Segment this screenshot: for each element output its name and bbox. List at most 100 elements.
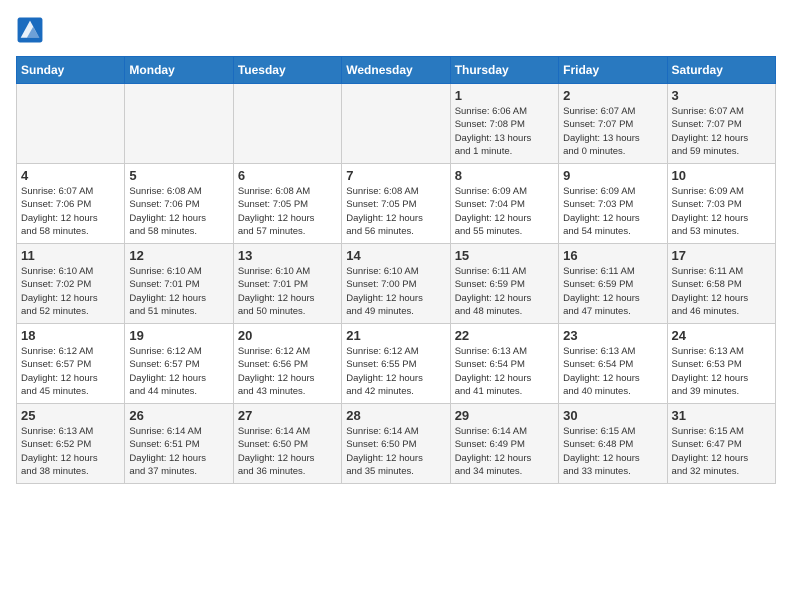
calendar-cell: 11Sunrise: 6:10 AM Sunset: 7:02 PM Dayli… [17, 244, 125, 324]
calendar-cell: 20 Sunrise: 6:12 AM Sunset: 6:56 PM Dayli… [233, 324, 341, 404]
day-info: Sunrise: 6:09 AM Sunset: 7:04 PM Dayligh… [455, 185, 554, 238]
calendar-cell: 9 Sunrise: 6:09 AM Sunset: 7:03 PM Daylig… [559, 164, 667, 244]
column-header-sunday: Sunday [17, 57, 125, 84]
calendar-cell: 24 Sunrise: 6:13 AM Sunset: 6:53 PM Dayli… [667, 324, 775, 404]
day-info: Sunrise: 6:15 AM Sunset: 6:47 PM Dayligh… [672, 425, 771, 478]
day-info: Sunrise: 6:10 AM Sunset: 7:01 PM Dayligh… [129, 265, 228, 318]
calendar-cell: 15 Sunrise: 6:11 AM Sunset: 6:59 PM Dayli… [450, 244, 558, 324]
day-info: Sunrise: 6:08 AM Sunset: 7:05 PM Dayligh… [238, 185, 337, 238]
day-info: Sunrise: 6:13 AM Sunset: 6:54 PM Dayligh… [455, 345, 554, 398]
week-row-3: 11Sunrise: 6:10 AM Sunset: 7:02 PM Dayli… [17, 244, 776, 324]
day-info: Sunrise: 6:14 AM Sunset: 6:49 PM Dayligh… [455, 425, 554, 478]
day-number: 20 [238, 328, 337, 343]
day-number: 15 [455, 248, 554, 263]
day-number: 3 [672, 88, 771, 103]
calendar-cell: 25Sunrise: 6:13 AM Sunset: 6:52 PM Dayli… [17, 404, 125, 484]
calendar-cell: 21Sunrise: 6:12 AM Sunset: 6:55 PM Dayli… [342, 324, 450, 404]
day-info: Sunrise: 6:07 AM Sunset: 7:06 PM Dayligh… [21, 185, 120, 238]
calendar-cell: 23Sunrise: 6:13 AM Sunset: 6:54 PM Dayli… [559, 324, 667, 404]
calendar-cell: 5Sunrise: 6:08 AM Sunset: 7:06 PM Daylig… [125, 164, 233, 244]
calendar-cell: 28 Sunrise: 6:14 AM Sunset: 6:50 PM Dayli… [342, 404, 450, 484]
calendar-cell: 29Sunrise: 6:14 AM Sunset: 6:49 PM Dayli… [450, 404, 558, 484]
calendar-cell: 22 Sunrise: 6:13 AM Sunset: 6:54 PM Dayli… [450, 324, 558, 404]
day-number: 14 [346, 248, 445, 263]
day-number: 13 [238, 248, 337, 263]
day-number: 2 [563, 88, 662, 103]
day-info: Sunrise: 6:09 AM Sunset: 7:03 PM Dayligh… [563, 185, 662, 238]
logo-icon [16, 16, 44, 44]
calendar-cell: 17 Sunrise: 6:11 AM Sunset: 6:58 PM Dayli… [667, 244, 775, 324]
day-info: Sunrise: 6:13 AM Sunset: 6:53 PM Dayligh… [672, 345, 771, 398]
calendar-cell: 18Sunrise: 6:12 AM Sunset: 6:57 PM Dayli… [17, 324, 125, 404]
week-row-5: 25Sunrise: 6:13 AM Sunset: 6:52 PM Dayli… [17, 404, 776, 484]
day-info: Sunrise: 6:12 AM Sunset: 6:56 PM Dayligh… [238, 345, 337, 398]
column-header-tuesday: Tuesday [233, 57, 341, 84]
day-info: Sunrise: 6:11 AM Sunset: 6:59 PM Dayligh… [455, 265, 554, 318]
header [16, 16, 776, 44]
day-info: Sunrise: 6:11 AM Sunset: 6:59 PM Dayligh… [563, 265, 662, 318]
day-info: Sunrise: 6:13 AM Sunset: 6:52 PM Dayligh… [21, 425, 120, 478]
week-row-1: 1 Sunrise: 6:06 AM Sunset: 7:08 PM Daylig… [17, 84, 776, 164]
calendar-cell: 13 Sunrise: 6:10 AM Sunset: 7:01 PM Dayli… [233, 244, 341, 324]
day-info: Sunrise: 6:11 AM Sunset: 6:58 PM Dayligh… [672, 265, 771, 318]
day-number: 18 [21, 328, 120, 343]
day-number: 17 [672, 248, 771, 263]
calendar-cell: 1 Sunrise: 6:06 AM Sunset: 7:08 PM Daylig… [450, 84, 558, 164]
day-number: 6 [238, 168, 337, 183]
day-info: Sunrise: 6:12 AM Sunset: 6:57 PM Dayligh… [129, 345, 228, 398]
calendar-cell: 4 Sunrise: 6:07 AM Sunset: 7:06 PM Daylig… [17, 164, 125, 244]
day-number: 28 [346, 408, 445, 423]
calendar-cell: 31Sunrise: 6:15 AM Sunset: 6:47 PM Dayli… [667, 404, 775, 484]
week-row-2: 4 Sunrise: 6:07 AM Sunset: 7:06 PM Daylig… [17, 164, 776, 244]
logo [16, 16, 48, 44]
calendar-header-row: SundayMondayTuesdayWednesdayThursdayFrid… [17, 57, 776, 84]
calendar-cell [233, 84, 341, 164]
day-info: Sunrise: 6:07 AM Sunset: 7:07 PM Dayligh… [563, 105, 662, 158]
day-number: 4 [21, 168, 120, 183]
calendar-cell: 2 Sunrise: 6:07 AM Sunset: 7:07 PM Daylig… [559, 84, 667, 164]
calendar-cell: 6 Sunrise: 6:08 AM Sunset: 7:05 PM Daylig… [233, 164, 341, 244]
column-header-monday: Monday [125, 57, 233, 84]
day-number: 10 [672, 168, 771, 183]
day-info: Sunrise: 6:14 AM Sunset: 6:51 PM Dayligh… [129, 425, 228, 478]
calendar-cell [17, 84, 125, 164]
calendar-cell: 12 Sunrise: 6:10 AM Sunset: 7:01 PM Dayli… [125, 244, 233, 324]
day-number: 8 [455, 168, 554, 183]
day-info: Sunrise: 6:06 AM Sunset: 7:08 PM Dayligh… [455, 105, 554, 158]
calendar-cell: 19 Sunrise: 6:12 AM Sunset: 6:57 PM Dayli… [125, 324, 233, 404]
day-info: Sunrise: 6:10 AM Sunset: 7:00 PM Dayligh… [346, 265, 445, 318]
calendar-cell: 8 Sunrise: 6:09 AM Sunset: 7:04 PM Daylig… [450, 164, 558, 244]
day-number: 30 [563, 408, 662, 423]
calendar-cell: 30 Sunrise: 6:15 AM Sunset: 6:48 PM Dayli… [559, 404, 667, 484]
day-info: Sunrise: 6:07 AM Sunset: 7:07 PM Dayligh… [672, 105, 771, 158]
day-info: Sunrise: 6:08 AM Sunset: 7:05 PM Dayligh… [346, 185, 445, 238]
column-header-wednesday: Wednesday [342, 57, 450, 84]
week-row-4: 18 Sunrise: 6:12 AM Sunset: 6:57 PM Dayli… [17, 324, 776, 404]
column-header-saturday: Saturday [667, 57, 775, 84]
column-header-thursday: Thursday [450, 57, 558, 84]
day-number: 12 [129, 248, 228, 263]
day-info: Sunrise: 6:10 AM Sunset: 7:01 PM Dayligh… [238, 265, 337, 318]
day-number: 24 [672, 328, 771, 343]
day-info: Sunrise: 6:15 AM Sunset: 6:48 PM Dayligh… [563, 425, 662, 478]
calendar-cell: 14 Sunrise: 6:10 AM Sunset: 7:00 PM Dayli… [342, 244, 450, 324]
day-number: 11 [21, 248, 120, 263]
day-number: 22 [455, 328, 554, 343]
day-number: 9 [563, 168, 662, 183]
day-number: 7 [346, 168, 445, 183]
column-header-friday: Friday [559, 57, 667, 84]
day-info: Sunrise: 6:14 AM Sunset: 6:50 PM Dayligh… [346, 425, 445, 478]
calendar-cell: 3 Sunrise: 6:07 AM Sunset: 7:07 PM Daylig… [667, 84, 775, 164]
day-number: 26 [129, 408, 228, 423]
calendar-cell [125, 84, 233, 164]
day-number: 27 [238, 408, 337, 423]
calendar-cell: 27Sunrise: 6:14 AM Sunset: 6:50 PM Dayli… [233, 404, 341, 484]
day-number: 1 [455, 88, 554, 103]
day-number: 21 [346, 328, 445, 343]
calendar-cell [342, 84, 450, 164]
day-info: Sunrise: 6:08 AM Sunset: 7:06 PM Dayligh… [129, 185, 228, 238]
day-number: 16 [563, 248, 662, 263]
calendar-table: SundayMondayTuesdayWednesdayThursdayFrid… [16, 56, 776, 484]
day-info: Sunrise: 6:09 AM Sunset: 7:03 PM Dayligh… [672, 185, 771, 238]
day-number: 19 [129, 328, 228, 343]
